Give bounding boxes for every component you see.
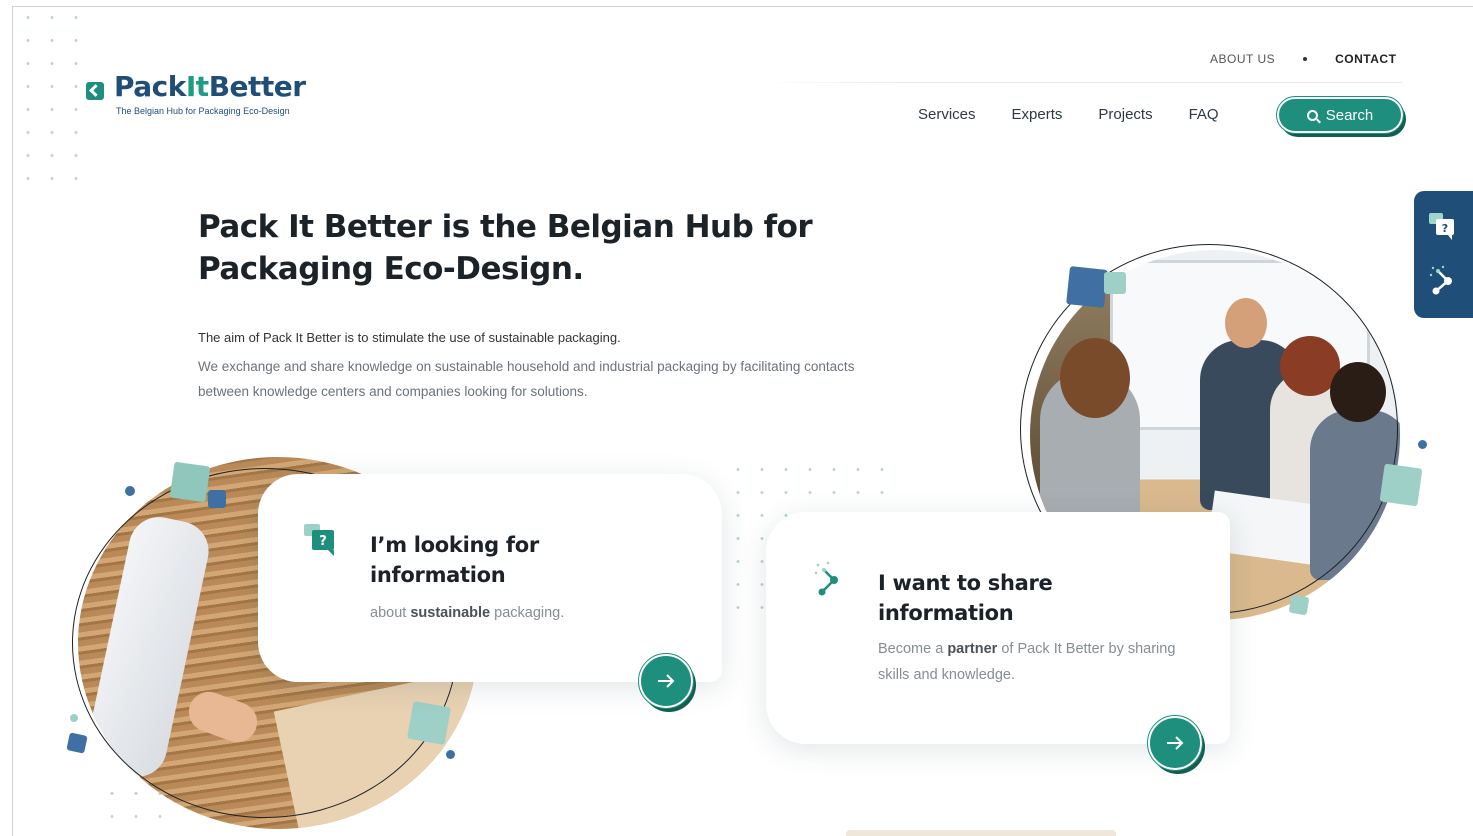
decor-dot xyxy=(125,486,135,496)
nav-contact[interactable]: CONTACT xyxy=(1335,52,1396,66)
question-chat-icon[interactable]: ? xyxy=(1426,209,1460,243)
next-section-peek xyxy=(846,830,1116,836)
search-button[interactable]: Search xyxy=(1276,96,1404,134)
hero-lead: The aim of Pack It Better is to stimulat… xyxy=(198,330,621,345)
info-seeker-card-text: about sustainable packaging. xyxy=(370,605,565,621)
info-sharer-card[interactable]: I want to share information Become a par… xyxy=(766,512,1230,744)
logo-wordmark: PackItBetter xyxy=(114,70,306,103)
nav-about-us[interactable]: ABOUT US xyxy=(1210,52,1275,66)
nav-separator xyxy=(1303,57,1308,61)
decor-dot xyxy=(1418,440,1427,449)
share-nodes-icon[interactable] xyxy=(1426,263,1460,297)
top-navigation: ABOUT US CONTACT xyxy=(1210,52,1396,66)
info-seeker-card[interactable]: ? I’m looking for information about sust… xyxy=(258,474,722,682)
decor-square xyxy=(406,700,452,746)
main-navigation: Services Experts Projects FAQ xyxy=(918,106,1255,123)
svg-text:?: ? xyxy=(319,534,327,549)
arrow-right-icon xyxy=(1167,736,1184,750)
info-seeker-card-title: I’m looking for information xyxy=(370,533,539,587)
decor-square xyxy=(1066,266,1108,308)
logo-tagline: The Belgian Hub for Packaging Eco-Design xyxy=(116,106,290,116)
info-sharer-card-title: I want to share information xyxy=(878,571,1053,625)
decor-square xyxy=(1379,463,1423,507)
arrow-right-icon xyxy=(658,674,675,688)
decor-square xyxy=(1288,594,1310,616)
nav-faq[interactable]: FAQ xyxy=(1189,106,1219,123)
info-sharer-card-text: Become a partner of Pack It Better by sh… xyxy=(878,641,1176,683)
decor-dot xyxy=(446,750,455,759)
logo-mark-icon xyxy=(86,82,104,100)
hero-body: We exchange and share knowledge on susta… xyxy=(198,359,855,399)
search-icon xyxy=(1306,109,1318,121)
question-chat-icon: ? xyxy=(302,520,342,565)
decor-dots-topleft xyxy=(16,6,88,192)
svg-text:?: ? xyxy=(1442,222,1448,235)
search-button-label: Search xyxy=(1325,106,1374,124)
nav-projects[interactable]: Projects xyxy=(1098,106,1152,123)
decor-dot xyxy=(70,714,78,722)
nav-divider xyxy=(760,82,1402,83)
side-quick-links: ? xyxy=(1414,191,1473,318)
decor-square xyxy=(1104,272,1126,294)
decor-square xyxy=(208,490,226,508)
nav-experts[interactable]: Experts xyxy=(1012,106,1063,123)
info-sharer-arrow-button[interactable] xyxy=(1147,715,1203,771)
share-nodes-icon xyxy=(812,560,846,605)
hero-title: Pack It Better is the Belgian Hub for Pa… xyxy=(198,209,813,287)
decor-square xyxy=(169,461,211,503)
nav-services[interactable]: Services xyxy=(918,106,976,123)
decor-square xyxy=(66,732,88,754)
info-seeker-arrow-button[interactable] xyxy=(638,653,694,709)
